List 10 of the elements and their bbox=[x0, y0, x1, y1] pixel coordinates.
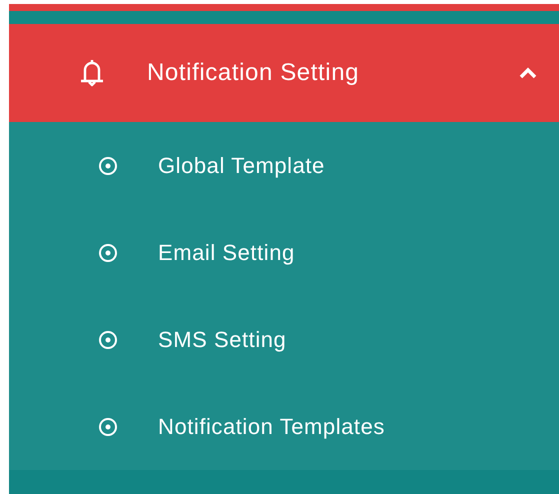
submenu-item[interactable]: Notification Templates bbox=[9, 383, 559, 470]
submenu-item[interactable]: SMS Setting bbox=[9, 296, 559, 383]
bell-icon bbox=[79, 57, 105, 89]
circle-dot-icon bbox=[98, 156, 118, 176]
circle-dot-icon bbox=[98, 416, 118, 436]
menu-header[interactable]: Notification Setting bbox=[9, 24, 559, 122]
circle-dot-icon bbox=[98, 330, 118, 350]
submenu-item[interactable]: Global Template bbox=[9, 122, 559, 209]
circle-dot-icon bbox=[98, 242, 118, 262]
submenu-item[interactable]: Email Setting bbox=[9, 209, 559, 296]
